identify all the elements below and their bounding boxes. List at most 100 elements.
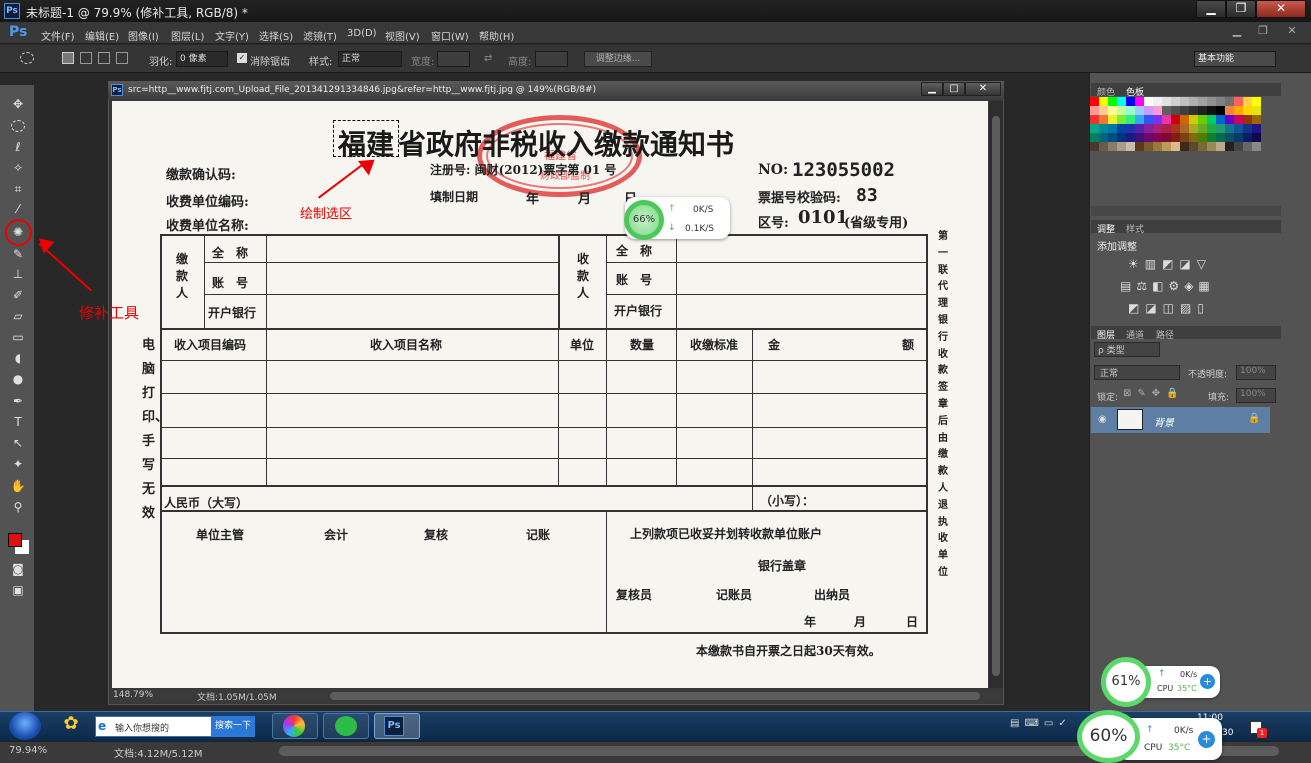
color-swatch[interactable] [1153,124,1162,133]
color-swatch[interactable] [1234,142,1243,151]
color-swatch[interactable] [1252,106,1261,115]
opacity-input[interactable]: 100% [1236,365,1276,380]
color-swatch[interactable] [1216,124,1225,133]
style-select[interactable]: 正常 [338,51,402,67]
color-swatch[interactable] [1099,133,1108,142]
color-swatch[interactable] [1144,124,1153,133]
color-swatch[interactable] [1099,97,1108,106]
color-swatch[interactable] [1198,97,1207,106]
screen-mode-icon[interactable]: ▣ [10,582,26,598]
height-input[interactable] [535,51,568,67]
color-swatch[interactable] [1162,133,1171,142]
close-button[interactable]: ✕ [1256,0,1306,18]
color-swatch[interactable] [1153,106,1162,115]
shape-tool-icon[interactable]: ✦ [10,456,26,472]
color-swatch[interactable] [1216,97,1225,106]
pen-tool-icon[interactable]: ✒ [10,393,26,409]
color-swatch[interactable] [1216,133,1225,142]
color-swatch[interactable] [1243,133,1252,142]
color-swatch[interactable] [1234,97,1243,106]
blur-tool-icon[interactable]: ◖ [10,350,26,366]
adjustment-icons-row1[interactable]: ☀▥◩◪▽ [1128,257,1212,271]
dodge-tool-icon[interactable]: ● [10,371,26,387]
tab-paths[interactable]: 路径 [1156,328,1174,341]
color-swatch[interactable] [1225,124,1234,133]
color-swatch[interactable] [1207,142,1216,151]
color-swatch[interactable] [1252,97,1261,106]
menu-edit[interactable]: 编辑(E) [85,28,119,43]
horizontal-scroll-thumb[interactable] [330,692,980,700]
color-swatch[interactable] [1207,97,1216,106]
color-swatch[interactable] [1090,106,1099,115]
color-swatch[interactable] [1189,124,1198,133]
color-swatch[interactable] [1198,142,1207,151]
color-swatch[interactable] [1171,115,1180,124]
hand-tool-icon[interactable]: ✋ [10,478,26,494]
document-minimize-button[interactable]: ▁ [921,82,943,96]
color-swatch[interactable] [1189,106,1198,115]
gradient-tool-icon[interactable]: ▭ [10,329,26,345]
app-zoom-level[interactable]: 79.94% [9,745,47,756]
eyedropper-tool-icon[interactable]: ⁄ [10,201,26,217]
color-swatch[interactable] [1243,142,1252,151]
add-selection-icon[interactable] [80,52,92,64]
doc-close-icon[interactable]: ✕ [1282,24,1302,38]
lasso-tool-icon[interactable]: ℓ [10,139,26,155]
workspace-select[interactable]: 基本功能 [1194,51,1276,67]
color-swatch[interactable] [1162,97,1171,106]
menu-window[interactable]: 窗口(W) [431,28,469,43]
adjustment-icons-row3[interactable]: ◩◪◫▨▯ [1128,301,1210,315]
start-button-icon[interactable] [9,712,41,740]
refine-edge-button[interactable]: 调整边缘... [584,51,652,67]
search-input[interactable]: 输入你想搜的 [115,721,169,734]
swap-icon[interactable]: ⇄ [484,53,492,64]
color-swatch[interactable] [1162,115,1171,124]
color-swatch[interactable] [1171,106,1180,115]
color-swatch[interactable] [1126,124,1135,133]
adjustment-icons-row2[interactable]: ▤⚖◧⚙◈▦ [1120,279,1215,293]
tray-icons[interactable]: ▤⌨▭✓ [1010,718,1072,729]
color-swatch[interactable] [1234,133,1243,142]
minimize-button[interactable]: ▁ [1196,0,1226,18]
color-swatch[interactable] [1126,106,1135,115]
color-swatch[interactable] [1180,133,1189,142]
plus-icon[interactable]: + [1200,674,1215,689]
color-swatch[interactable] [1171,124,1180,133]
color-swatch[interactable] [1117,124,1126,133]
color-swatch[interactable] [1153,97,1162,106]
color-swatch[interactable] [1225,133,1234,142]
swatch-grid[interactable] [1090,97,1265,167]
color-swatch[interactable] [1153,115,1162,124]
color-swatch[interactable] [1162,124,1171,133]
color-swatch[interactable] [1108,115,1117,124]
history-brush-tool-icon[interactable]: ✐ [10,287,26,303]
color-swatch[interactable] [1090,115,1099,124]
search-submit-button[interactable]: 搜索一下 [211,716,255,737]
browser-app-icon[interactable]: ✿ [56,713,86,739]
tab-layers[interactable]: 图层 [1097,328,1115,341]
doc-minimize-icon[interactable]: ▁ [1227,24,1247,38]
quick-select-tool-icon[interactable]: ✧ [10,160,26,176]
doc-restore-icon[interactable]: ❐ [1253,24,1273,38]
color-swatch[interactable] [1252,133,1261,142]
color-swatch[interactable] [1117,115,1126,124]
subtract-selection-icon[interactable] [98,52,110,64]
zoom-tool-icon[interactable]: ⚲ [10,499,26,515]
color-swatch[interactable] [1135,124,1144,133]
color-swatch[interactable] [1135,106,1144,115]
layer-visibility-eye-icon[interactable]: ◉ [1098,414,1107,425]
color-swatch[interactable] [1198,133,1207,142]
color-swatch[interactable] [1225,115,1234,124]
color-swatch[interactable] [1099,106,1108,115]
color-swatch[interactable] [1135,115,1144,124]
color-swatch[interactable] [1171,133,1180,142]
color-swatch[interactable] [1252,115,1261,124]
color-swatch[interactable] [1108,124,1117,133]
color-swatch[interactable] [1216,142,1225,151]
menu-file[interactable]: 文件(F) [41,28,75,43]
color-swatch[interactable] [1189,142,1198,151]
menu-image[interactable]: 图像(I) [128,28,159,43]
color-swatch[interactable] [1162,142,1171,151]
quick-mask-icon[interactable]: ◙ [10,561,26,577]
antialias-checkbox[interactable]: ✓ [237,53,247,63]
